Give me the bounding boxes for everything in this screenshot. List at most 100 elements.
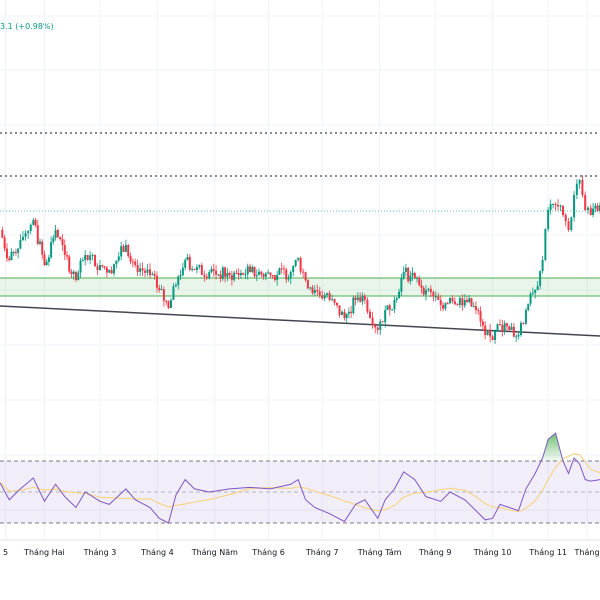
candle-body [437, 296, 440, 300]
candle-body [381, 321, 384, 323]
candle-body [474, 306, 477, 310]
candle-body [120, 246, 123, 257]
candle-body [280, 268, 283, 270]
candle-body [221, 267, 224, 279]
candle-body [258, 271, 261, 276]
candle-body [96, 266, 99, 271]
candle-body [422, 287, 425, 295]
candle-body [131, 261, 134, 263]
candle-body [101, 265, 104, 267]
support-zone [0, 278, 600, 296]
candle-body [160, 289, 163, 291]
candle-body [172, 286, 175, 300]
candle-body [429, 288, 432, 293]
candle-body [212, 269, 215, 271]
candle-body [242, 272, 245, 275]
candle-body [347, 311, 350, 314]
candle-body [434, 296, 437, 298]
candle-body [575, 183, 578, 195]
candle-body [596, 205, 599, 211]
candle-body [589, 207, 592, 215]
candle-body [398, 291, 401, 299]
candle-body [94, 254, 97, 267]
candle-body [269, 272, 272, 275]
candle-body [289, 272, 292, 279]
candle-body [379, 321, 382, 330]
candle-body [89, 255, 92, 260]
candle-body [586, 207, 589, 210]
candle-body [181, 267, 184, 276]
candle-body [72, 271, 75, 274]
candle-body [91, 254, 94, 256]
candle-body [43, 254, 46, 265]
candle-body [158, 287, 161, 290]
candle-body [79, 260, 82, 273]
candle-body [203, 274, 206, 277]
candle-body [287, 278, 290, 280]
candle-body [66, 255, 69, 257]
candle-body [356, 297, 359, 300]
candle-body [195, 266, 198, 270]
candle-body [531, 292, 534, 294]
candle-body [59, 237, 62, 240]
time-axis-label: Tháng Năm [191, 548, 238, 557]
candle-body [151, 274, 154, 276]
candle-body [224, 267, 227, 277]
time-axis-label: Tháng 9 [418, 548, 452, 557]
candle-body [581, 180, 584, 195]
candle-body [249, 266, 251, 272]
candle-body [70, 271, 73, 274]
candle-body [251, 266, 254, 272]
candle-body [129, 256, 132, 262]
candle-body [155, 275, 158, 288]
candle-body [512, 326, 515, 337]
candle-body [510, 326, 513, 330]
candle-body [146, 269, 149, 273]
candle-body [81, 260, 84, 262]
candle-body [567, 221, 570, 230]
candle-body [110, 270, 113, 274]
candle-body [103, 266, 106, 268]
time-axis-label: Tháng 11 [528, 548, 567, 557]
candle-body [153, 274, 156, 276]
candle-body [458, 298, 461, 306]
candle-body [237, 273, 240, 276]
candle-body [584, 194, 587, 210]
candle-body [338, 305, 341, 316]
rsi-band-fill [0, 461, 600, 523]
candle-body [536, 285, 539, 290]
candle-body [439, 299, 442, 305]
candle-body [350, 311, 353, 314]
candle-body [1, 230, 4, 238]
candle-body [39, 241, 41, 244]
candle-body [41, 241, 44, 255]
price-chart[interactable]: 5 Tháng Hai Tháng 3 Tháng 4 Tháng Năm Tháng 6… [0, 0, 600, 600]
candle-body [446, 303, 449, 305]
candle-body [219, 274, 222, 279]
candle-body [244, 274, 247, 276]
time-axis-label: 5 [3, 548, 8, 557]
candle-body [489, 329, 492, 337]
candle-body [472, 306, 475, 308]
candle-body [188, 256, 191, 270]
candle-body [230, 275, 233, 280]
candle-body [86, 255, 89, 260]
candle-body [515, 336, 518, 338]
candle-body [369, 311, 371, 318]
candle-body [524, 310, 527, 324]
candle-body [217, 274, 220, 276]
candle-body [139, 268, 142, 272]
candle-body [393, 300, 396, 310]
candle-body [554, 203, 557, 205]
candle-body [12, 252, 15, 254]
candle-body [354, 297, 357, 300]
candle-body [186, 256, 189, 260]
candle-body [340, 311, 343, 316]
candle-body [539, 271, 542, 286]
candle-body [200, 265, 203, 275]
candle-body [27, 231, 30, 234]
candle-body [144, 270, 147, 273]
candle-body [527, 303, 530, 310]
candle-body [384, 310, 387, 323]
candle-body [336, 302, 339, 306]
